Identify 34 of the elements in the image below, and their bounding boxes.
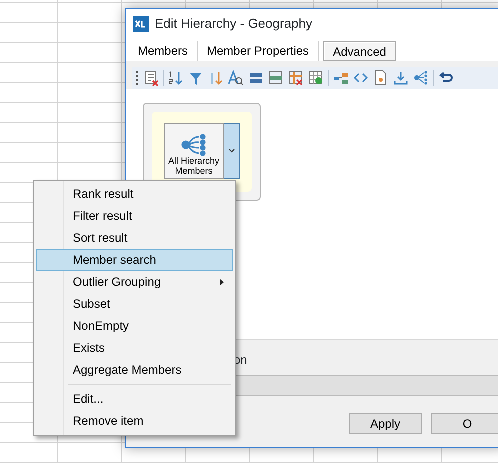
rows-icon[interactable] bbox=[248, 70, 264, 86]
menu-item[interactable]: NonEmpty bbox=[36, 315, 233, 337]
menu-item[interactable]: Aggregate Members bbox=[36, 359, 233, 381]
table-check-icon[interactable] bbox=[308, 70, 324, 86]
filter-icon[interactable] bbox=[188, 70, 204, 86]
tree-icon bbox=[181, 134, 207, 156]
font-search-icon[interactable] bbox=[228, 70, 244, 86]
dialog-button[interactable]: O bbox=[431, 413, 498, 434]
menu-item[interactable]: Member search bbox=[36, 249, 233, 271]
submenu-arrow-icon bbox=[220, 278, 224, 286]
menu-item[interactable]: Sort result bbox=[36, 227, 233, 249]
hierarchy-tile-button[interactable]: All Hierarchy Members bbox=[164, 123, 224, 179]
menu-item[interactable]: Outlier Grouping bbox=[36, 271, 233, 293]
toolbar-grip-icon bbox=[136, 71, 139, 85]
dropdown-button[interactable] bbox=[224, 123, 240, 179]
tree-icon[interactable] bbox=[413, 70, 429, 86]
tile-label: All Hierarchy Members bbox=[167, 156, 220, 176]
download-icon[interactable] bbox=[393, 70, 409, 86]
menu-item[interactable]: Subset bbox=[36, 293, 233, 315]
table-icon[interactable] bbox=[268, 70, 284, 86]
clear-list-icon[interactable] bbox=[143, 70, 159, 86]
menu-item[interactable]: Rank result bbox=[36, 183, 233, 205]
dialog-button[interactable]: Apply bbox=[349, 413, 422, 434]
tab[interactable]: Advanced bbox=[323, 41, 396, 61]
hierarchy-icon[interactable] bbox=[333, 70, 349, 86]
menu-item[interactable]: Exists bbox=[36, 337, 233, 359]
menu-item[interactable]: Remove item bbox=[36, 410, 233, 432]
caret-icon bbox=[228, 149, 234, 153]
menu-item[interactable]: Edit... bbox=[36, 388, 233, 410]
sort-icon[interactable] bbox=[168, 70, 184, 86]
table-delete-icon[interactable] bbox=[288, 70, 304, 86]
window-title: Edit Hierarchy - Geography bbox=[155, 15, 313, 34]
document-icon[interactable] bbox=[373, 70, 389, 86]
menu-item[interactable]: Filter result bbox=[36, 205, 233, 227]
